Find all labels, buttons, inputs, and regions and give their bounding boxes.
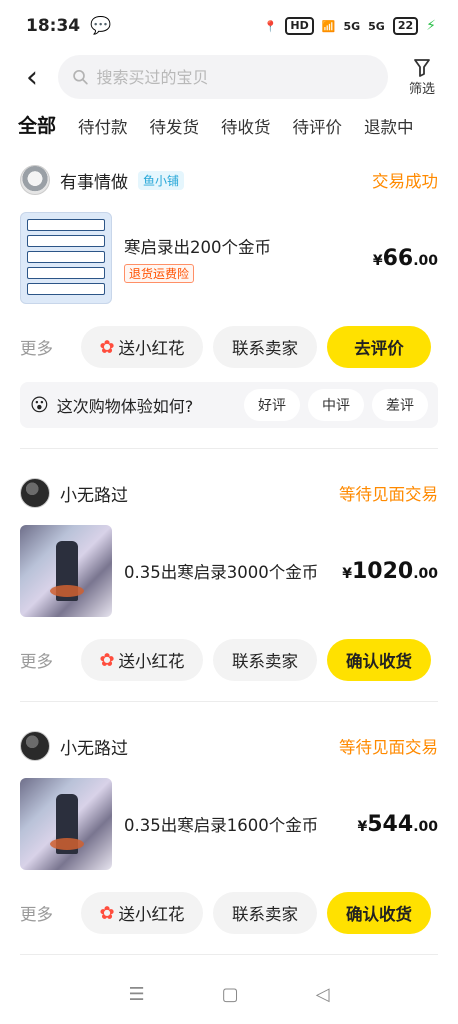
signal-5g-2: 5G (368, 19, 385, 33)
contact-seller-button[interactable]: 联系卖家 (213, 639, 317, 681)
home-icon[interactable]: ▢ (222, 984, 239, 1005)
status-bar: 18:34 💬 📍 HD 📶 5G 5G 22 ⚡ (0, 0, 458, 52)
price: ¥1020.00 (342, 558, 438, 584)
rate-bad-button[interactable]: 差评 (372, 389, 428, 421)
filter-label: 筛选 (408, 81, 435, 97)
tab-refunding[interactable]: 退款中 (364, 114, 414, 148)
flower-icon: ✿ (99, 902, 115, 924)
seller-name: 小无路过 (60, 485, 128, 506)
search-input[interactable] (96, 67, 374, 87)
order-card[interactable]: 小无路过 等待见面交易 0.35出寒启录1600个金币 ¥544.00 更多 ✿… (0, 724, 458, 934)
flower-icon: ✿ (99, 649, 115, 671)
rate-neutral-button[interactable]: 中评 (308, 389, 364, 421)
contact-seller-button[interactable]: 联系卖家 (213, 892, 317, 934)
seller-info[interactable]: 小无路过 (20, 478, 128, 508)
product-image (20, 525, 112, 617)
search-box[interactable] (58, 55, 388, 99)
more-button[interactable]: 更多 (20, 901, 53, 925)
charging-icon: ⚡ (426, 18, 436, 34)
tab-pending-shipment[interactable]: 待发货 (150, 114, 200, 148)
back-button[interactable]: ‹ (18, 57, 46, 97)
wifi-icon: 📶 (321, 19, 336, 33)
seller-info[interactable]: 小无路过 (20, 731, 128, 761)
location-icon: 📍 (263, 19, 278, 33)
tab-pending-review[interactable]: 待评价 (293, 114, 343, 148)
hd-icon: HD (285, 17, 314, 35)
avatar (20, 165, 50, 195)
price: ¥66.00 (372, 245, 438, 271)
send-flower-button[interactable]: ✿ 送小红花 (81, 892, 203, 934)
insurance-tag: 退货运费险 (124, 263, 195, 283)
review-button[interactable]: 去评价 (327, 326, 431, 368)
product-title: 寒启录出200个金币 (124, 237, 271, 257)
confirm-receipt-button[interactable]: 确认收货 (327, 892, 431, 934)
order-status: 等待见面交易 (339, 738, 438, 757)
seller-info[interactable]: 有事情做 鱼小铺 (20, 165, 185, 195)
product-image (20, 778, 112, 870)
avatar (20, 731, 50, 761)
product-row[interactable]: 0.35出寒启录3000个金币 ¥1020.00 (20, 525, 438, 617)
rating-question: 这次购物体验如何? (56, 397, 194, 416)
chevron-left-icon: ‹ (26, 59, 38, 95)
seller-name: 有事情做 (60, 172, 128, 193)
rate-good-button[interactable]: 好评 (244, 389, 300, 421)
back-icon[interactable]: ◁ (316, 984, 330, 1005)
store-badge: 鱼小铺 (138, 170, 185, 190)
smile-icon: 😮 (30, 394, 49, 416)
tab-all[interactable]: 全部 (18, 111, 57, 148)
confirm-receipt-button[interactable]: 确认收货 (327, 639, 431, 681)
seller-name: 小无路过 (60, 738, 128, 759)
send-flower-button[interactable]: ✿ 送小红花 (81, 326, 203, 368)
order-tabs: 全部 待付款 待发货 待收货 待评价 退款中 (0, 102, 458, 148)
send-flower-button[interactable]: ✿ 送小红花 (81, 639, 203, 681)
status-time: 18:34 (26, 16, 81, 36)
rating-prompt: 😮 这次购物体验如何? 好评 中评 差评 (20, 382, 438, 428)
price: ¥544.00 (357, 811, 439, 837)
product-image (20, 212, 112, 304)
filter-icon (414, 58, 430, 77)
wechat-icon: 💬 (90, 16, 112, 36)
order-card[interactable]: 小无路过 等待见面交易 0.35出寒启录3000个金币 ¥1020.00 更多 … (0, 471, 458, 681)
flower-icon: ✿ (99, 336, 115, 358)
product-title: 0.35出寒启录3000个金币 (124, 563, 319, 582)
product-row[interactable]: 0.35出寒启录1600个金币 ¥544.00 (20, 778, 438, 870)
menu-icon[interactable]: ☰ (129, 984, 145, 1005)
system-nav-bar: ☰ ▢ ◁ (0, 964, 458, 1024)
search-icon (73, 69, 88, 85)
more-button[interactable]: 更多 (20, 335, 53, 359)
signal-5g-1: 5G (343, 19, 361, 33)
order-status: 交易成功 (372, 172, 438, 191)
more-button[interactable]: 更多 (20, 648, 53, 672)
product-title: 0.35出寒启录1600个金币 (124, 816, 319, 835)
product-row[interactable]: 寒启录出200个金币 退货运费险 ¥66.00 (20, 212, 438, 304)
search-header: ‹ 筛选 (0, 52, 458, 102)
filter-button[interactable]: 筛选 (400, 58, 444, 97)
order-card[interactable]: 有事情做 鱼小铺 交易成功 寒启录出200个金币 退货运费险 ¥66.00 更多… (0, 158, 458, 428)
battery-icon: 22 (392, 17, 419, 35)
divider (20, 701, 438, 702)
order-status: 等待见面交易 (339, 485, 438, 504)
divider (20, 448, 438, 449)
tab-pending-receipt[interactable]: 待收货 (221, 114, 271, 148)
divider (20, 954, 438, 955)
avatar (20, 478, 50, 508)
contact-seller-button[interactable]: 联系卖家 (213, 326, 317, 368)
tab-pending-payment[interactable]: 待付款 (78, 114, 128, 148)
